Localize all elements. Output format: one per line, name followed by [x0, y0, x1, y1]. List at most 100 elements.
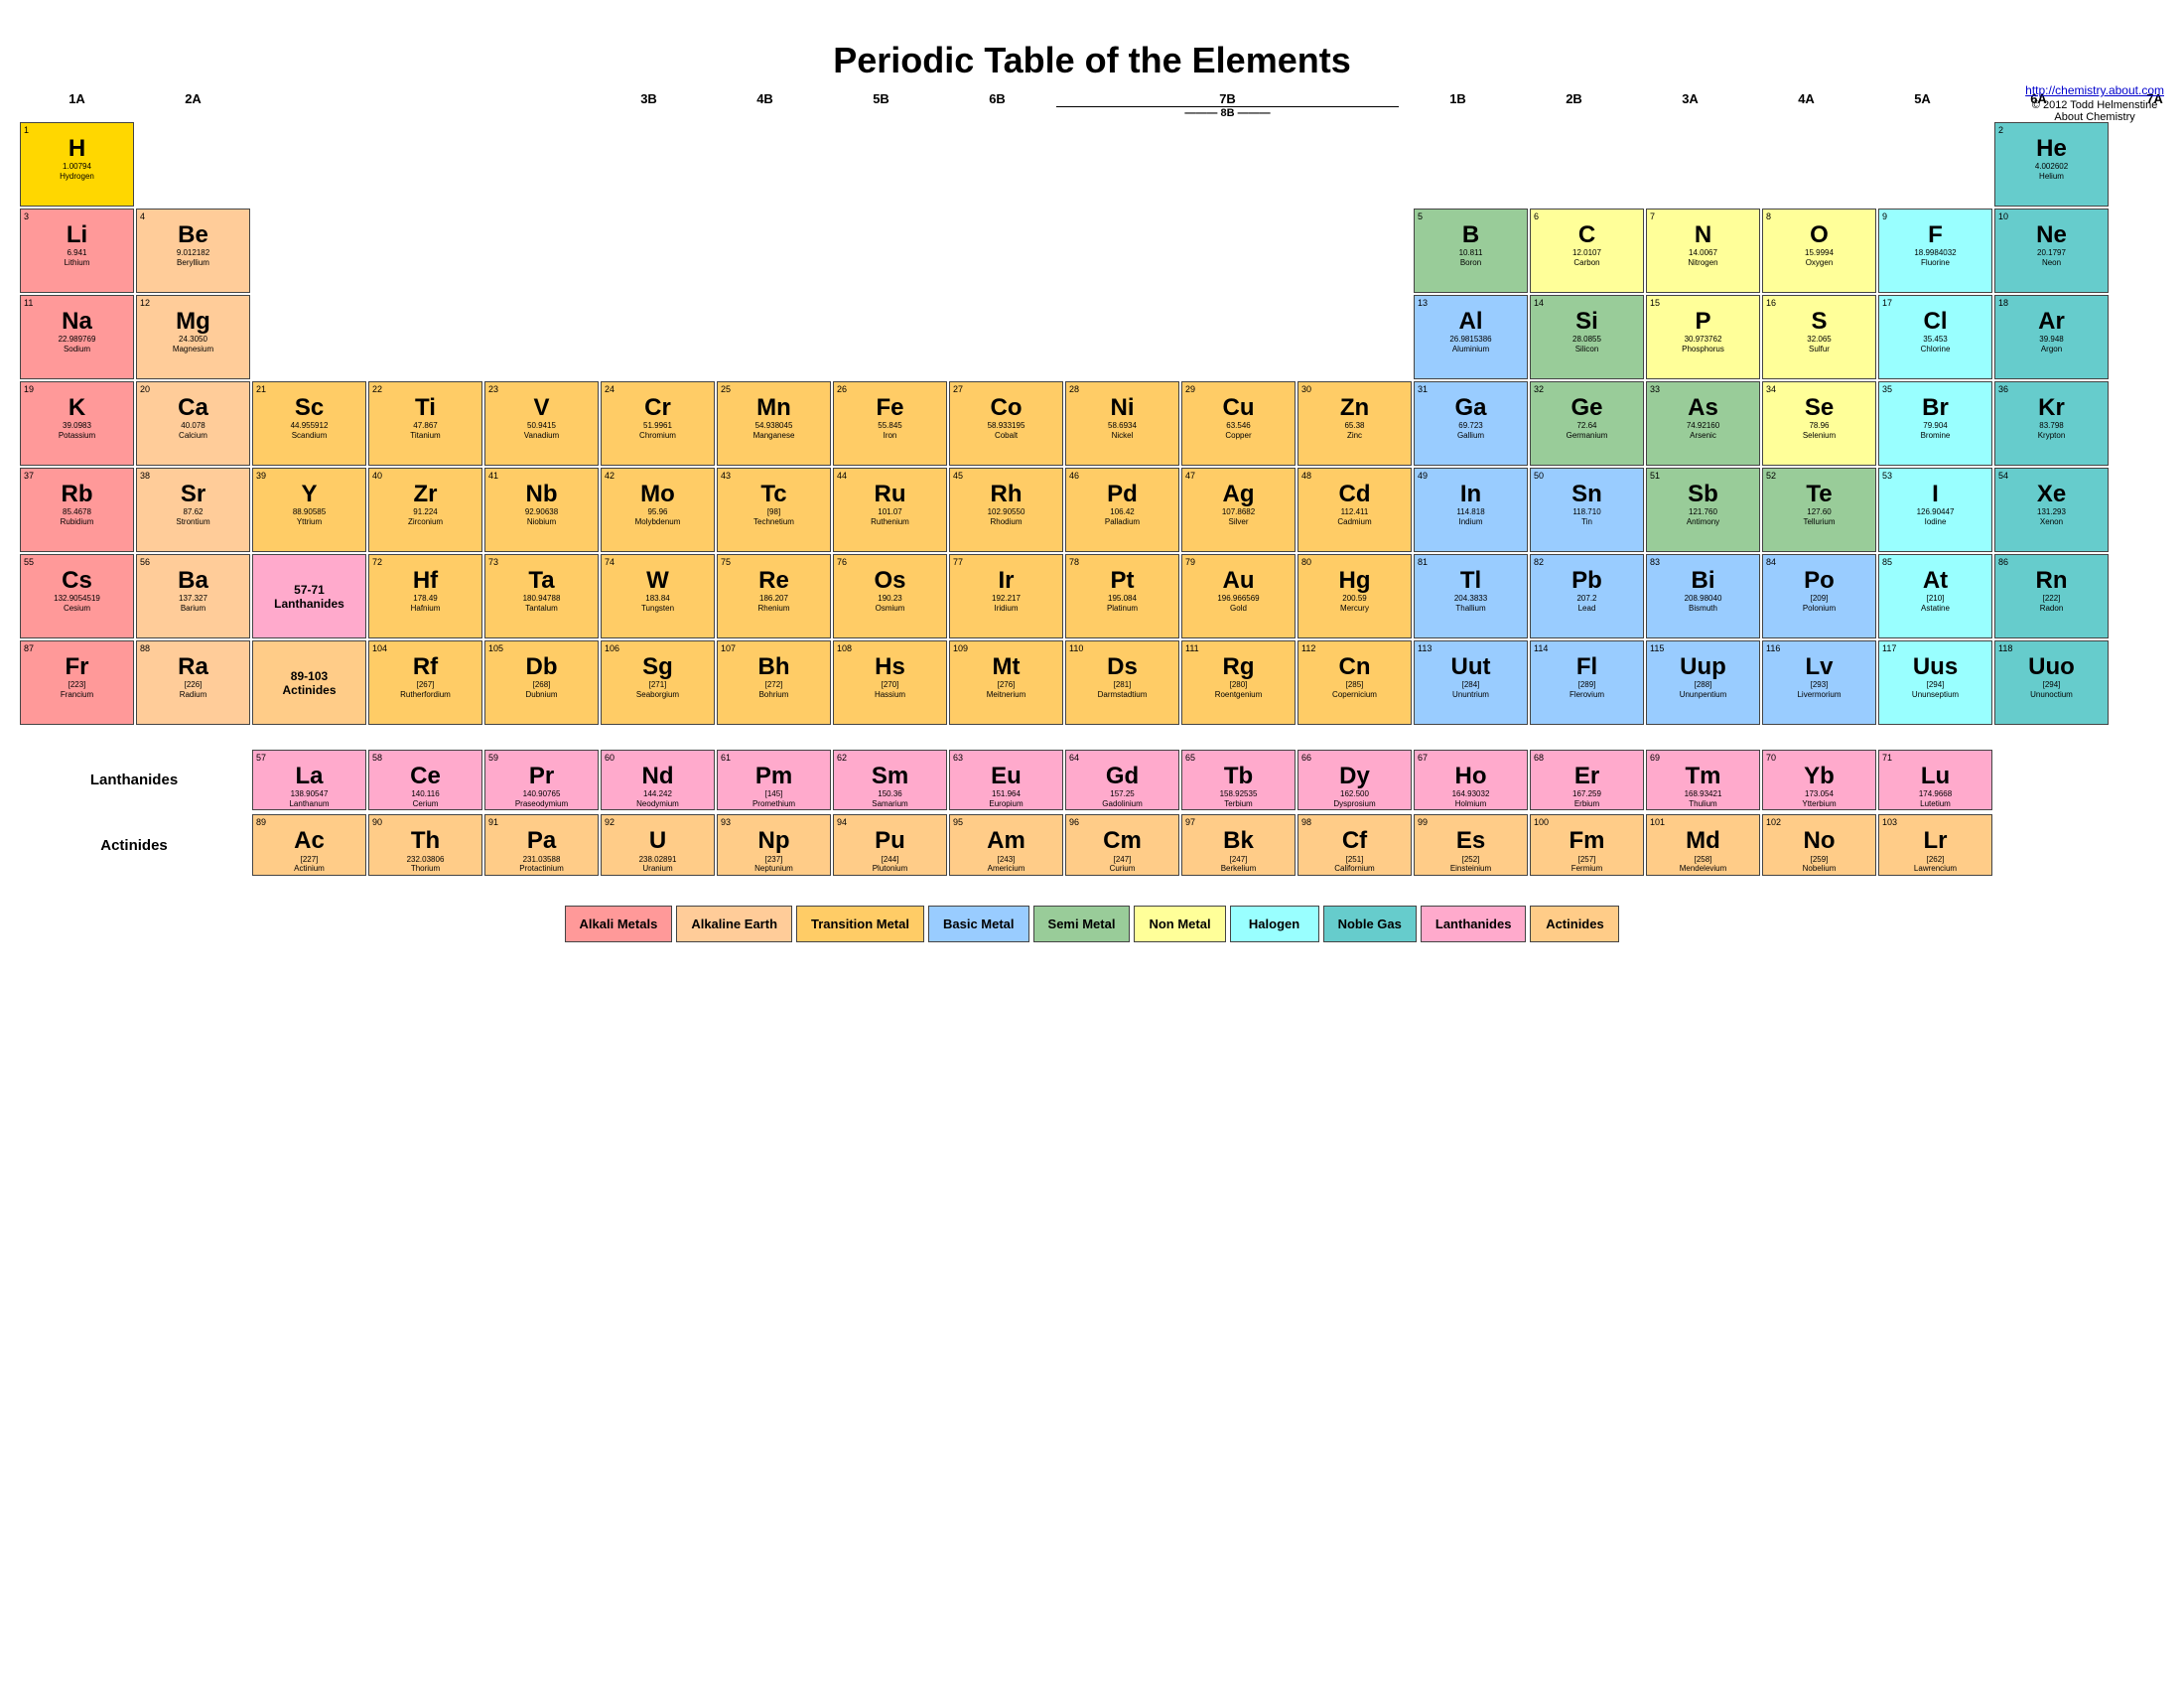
element-Si: 14Si28.0855Silicon	[1530, 295, 1644, 379]
empty-cell	[717, 122, 831, 207]
atomic-number: 55	[22, 557, 34, 568]
element-symbol: Fe	[876, 395, 903, 421]
atomic-number: 17	[1880, 298, 1892, 309]
element-symbol: Es	[1456, 828, 1485, 854]
atomic-mass: 138.90547	[291, 789, 329, 799]
element-symbol: Rb	[62, 482, 93, 507]
element-name: Manganese	[753, 431, 795, 441]
element-symbol: Th	[411, 828, 440, 854]
atomic-number: 90	[370, 817, 382, 828]
atomic-number: 118	[1996, 643, 2012, 654]
atomic-mass: 47.867	[413, 421, 437, 431]
atomic-number: 72	[370, 557, 382, 568]
atomic-mass: 10.811	[1459, 248, 1483, 258]
atomic-mass: [145]	[765, 789, 783, 799]
element-Rh: 45Rh102.90550Rhodium	[949, 468, 1063, 552]
element-name: Neptunium	[754, 864, 793, 874]
element-name: Curium	[1110, 864, 1136, 874]
element-symbol: Cl	[1924, 309, 1948, 335]
element-symbol: Uus	[1913, 654, 1958, 680]
atomic-mass: [226]	[185, 680, 203, 690]
element-As: 33As74.92160Arsenic	[1646, 381, 1760, 466]
atomic-mass: 168.93421	[1685, 789, 1722, 799]
element-Pu: 94Pu[244]Plutonium	[833, 814, 947, 875]
group-header-3a: 3A	[1633, 91, 1747, 119]
element-Db: 105Db[268]Dubnium	[484, 640, 599, 725]
element-symbol: Sg	[642, 654, 673, 680]
legend: Alkali MetalsAlkaline EarthTransition Me…	[20, 906, 2164, 942]
element-Na: 11Na22.989769Sodium	[20, 295, 134, 379]
element-I: 53I126.90447Iodine	[1878, 468, 1992, 552]
atomic-number: 92	[603, 817, 614, 828]
atomic-mass: [247]	[1114, 855, 1132, 865]
atomic-mass: 174.9668	[1919, 789, 1952, 799]
element-name: Selenium	[1803, 431, 1836, 441]
element-name: Oxygen	[1806, 258, 1834, 268]
element-F: 9F18.9984032Fluorine	[1878, 209, 1992, 293]
empty-cell	[1414, 122, 1528, 207]
element-name: Cerium	[413, 799, 439, 809]
element-symbol: Tl	[1460, 568, 1481, 594]
empty-cell	[1297, 209, 1412, 293]
element-Np: 93Np[237]Neptunium	[717, 814, 831, 875]
atomic-mass: 106.42	[1110, 507, 1134, 517]
atomic-mass: 54.938045	[755, 421, 793, 431]
element-symbol: V	[533, 395, 549, 421]
element-Nd: 60Nd144.242Neodymium	[601, 750, 715, 810]
atomic-mass: [258]	[1695, 855, 1712, 865]
element-symbol: Ti	[415, 395, 436, 421]
element-name: Rubidium	[61, 517, 94, 527]
atomic-mass: 72.64	[1576, 421, 1596, 431]
legend-item: Alkali Metals	[565, 906, 673, 942]
atomic-number: 9	[1880, 211, 1887, 222]
element-name: Zirconium	[408, 517, 443, 527]
empty-cell	[833, 295, 947, 379]
atomic-number: 73	[486, 557, 498, 568]
atomic-number: 19	[22, 384, 34, 395]
atomic-number: 115	[1648, 643, 1664, 654]
atomic-number: 70	[1764, 753, 1776, 764]
element-name: Radium	[180, 690, 207, 700]
element-Uuo: 118Uuo[294]Ununoctium	[1994, 640, 2109, 725]
element-name: Americium	[988, 864, 1025, 874]
element-symbol: Mo	[640, 482, 675, 507]
atomic-mass: 85.4678	[63, 507, 91, 517]
element-name: Vanadium	[524, 431, 559, 441]
group-header-1b: 1B	[1401, 91, 1515, 119]
element-symbol: Ho	[1455, 764, 1487, 789]
atomic-mass: 208.98040	[1685, 594, 1722, 604]
legend-item: Halogen	[1230, 906, 1319, 942]
empty-cell	[1181, 295, 1296, 379]
atomic-mass: 151.964	[992, 789, 1021, 799]
atomic-mass: 140.116	[411, 789, 439, 799]
element-name: Osmium	[876, 604, 905, 614]
group-header-1a: 1A	[20, 91, 134, 119]
atomic-number: 87	[22, 643, 34, 654]
atomic-mass: 20.1797	[2037, 248, 2066, 258]
atomic-mass: [209]	[1811, 594, 1829, 604]
atomic-number: 82	[1532, 557, 1544, 568]
atomic-number: 62	[835, 753, 847, 764]
url-link[interactable]: http://chemistry.about.com	[2025, 83, 2164, 97]
atomic-mass: 4.002602	[2035, 162, 2068, 172]
atomic-number: 52	[1764, 471, 1776, 482]
element-Sm: 62Sm150.36Samarium	[833, 750, 947, 810]
atomic-number: 36	[1996, 384, 2008, 395]
element-Br: 35Br79.904Bromine	[1878, 381, 1992, 466]
atomic-mass: 102.90550	[988, 507, 1025, 517]
element-name: Magnesium	[173, 345, 213, 354]
element-name: Tantalum	[525, 604, 557, 614]
element-name: Promethium	[752, 799, 795, 809]
element-Gd: 64Gd157.25Gadolinium	[1065, 750, 1179, 810]
element-symbol: U	[649, 828, 666, 854]
element-symbol: Uuo	[2028, 654, 2075, 680]
element-name: Boron	[1460, 258, 1481, 268]
atomic-number: 117	[1880, 643, 1896, 654]
element-name: Lead	[1578, 604, 1596, 614]
element-name: Krypton	[2038, 431, 2066, 441]
atomic-number: 91	[486, 817, 498, 828]
atomic-number: 63	[951, 753, 963, 764]
empty-cell	[1181, 122, 1296, 207]
element-Ru: 44Ru101.07Ruthenium	[833, 468, 947, 552]
element-Ac: 89Ac[227]Actinium	[252, 814, 366, 875]
